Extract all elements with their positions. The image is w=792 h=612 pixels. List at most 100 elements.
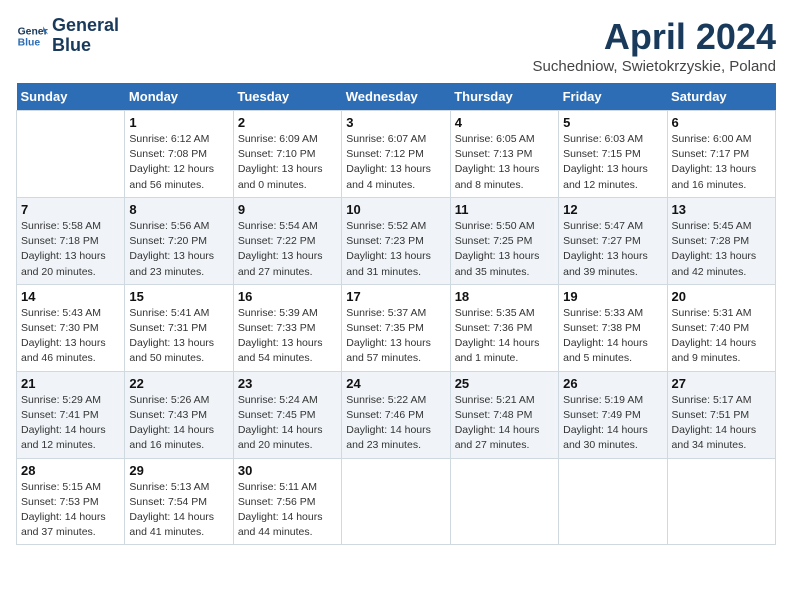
calendar-cell — [342, 458, 450, 545]
day-number: 20 — [672, 289, 771, 304]
calendar-cell: 30 Sunrise: 5:11 AM Sunset: 7:56 PM Dayli… — [233, 458, 341, 545]
main-title: April 2024 — [533, 16, 776, 58]
calendar-cell: 14 Sunrise: 5:43 AM Sunset: 7:30 PM Dayli… — [17, 284, 125, 371]
day-number: 26 — [563, 376, 662, 391]
calendar-cell: 29 Sunrise: 5:13 AM Sunset: 7:54 PM Dayli… — [125, 458, 233, 545]
page-header: General Blue General Blue April 2024 Suc… — [16, 16, 776, 75]
calendar-cell — [17, 111, 125, 198]
day-info: Sunrise: 5:47 AM Sunset: 7:27 PM Dayligh… — [563, 219, 662, 280]
logo-line1: General — [52, 16, 119, 36]
day-info: Sunrise: 6:09 AM Sunset: 7:10 PM Dayligh… — [238, 132, 337, 193]
calendar-cell: 21Sunrise: 5:29 AM Sunset: 7:41 PM Dayli… — [17, 371, 125, 458]
day-info: Sunrise: 6:03 AM Sunset: 7:15 PM Dayligh… — [563, 132, 662, 193]
day-number: 18 — [455, 289, 554, 304]
day-info: Sunrise: 5:11 AM Sunset: 7:56 PM Dayligh… — [238, 480, 337, 541]
calendar-cell: 27 Sunrise: 5:17 AM Sunset: 7:51 PM Dayli… — [667, 371, 775, 458]
calendar-table: SundayMondayTuesdayWednesdayThursdayFrid… — [16, 83, 776, 545]
day-number: 17 — [346, 289, 445, 304]
calendar-cell — [450, 458, 558, 545]
calendar-cell: 4 Sunrise: 6:05 AM Sunset: 7:13 PM Daylig… — [450, 111, 558, 198]
calendar-cell: 13Sunrise: 5:45 AM Sunset: 7:28 PM Dayli… — [667, 197, 775, 284]
day-info: Sunrise: 5:29 AM Sunset: 7:41 PM Dayligh… — [21, 393, 120, 454]
day-info: Sunrise: 5:26 AM Sunset: 7:43 PM Dayligh… — [129, 393, 228, 454]
day-number: 22 — [129, 376, 228, 391]
day-info: Sunrise: 5:52 AM Sunset: 7:23 PM Dayligh… — [346, 219, 445, 280]
calendar-cell: 26 Sunrise: 5:19 AM Sunset: 7:49 PM Dayli… — [559, 371, 667, 458]
calendar-cell: 7 Sunrise: 5:58 AM Sunset: 7:18 PM Daylig… — [17, 197, 125, 284]
weekday-header-saturday: Saturday — [667, 83, 775, 111]
calendar-cell: 2 Sunrise: 6:09 AM Sunset: 7:10 PM Daylig… — [233, 111, 341, 198]
calendar-cell: 24 Sunrise: 5:22 AM Sunset: 7:46 PM Dayli… — [342, 371, 450, 458]
day-number: 30 — [238, 463, 337, 478]
calendar-cell: 19Sunrise: 5:33 AM Sunset: 7:38 PM Dayli… — [559, 284, 667, 371]
day-number: 13 — [672, 202, 771, 217]
day-number: 28 — [21, 463, 120, 478]
title-block: April 2024 Suchedniow, Swietokrzyskie, P… — [533, 16, 776, 75]
weekday-header-sunday: Sunday — [17, 83, 125, 111]
day-number: 23 — [238, 376, 337, 391]
calendar-cell: 28 Sunrise: 5:15 AM Sunset: 7:53 PM Dayli… — [17, 458, 125, 545]
subtitle: Suchedniow, Swietokrzyskie, Poland — [533, 58, 776, 75]
day-info: Sunrise: 5:56 AM Sunset: 7:20 PM Dayligh… — [129, 219, 228, 280]
day-info: Sunrise: 5:39 AM Sunset: 7:33 PM Dayligh… — [238, 306, 337, 367]
day-number: 2 — [238, 115, 337, 130]
calendar-week-row: 1Sunrise: 6:12 AM Sunset: 7:08 PM Daylig… — [17, 111, 776, 198]
day-number: 12 — [563, 202, 662, 217]
calendar-week-row: 28 Sunrise: 5:15 AM Sunset: 7:53 PM Dayli… — [17, 458, 776, 545]
calendar-cell: 11Sunrise: 5:50 AM Sunset: 7:25 PM Dayli… — [450, 197, 558, 284]
weekday-header-wednesday: Wednesday — [342, 83, 450, 111]
calendar-cell: 22 Sunrise: 5:26 AM Sunset: 7:43 PM Dayli… — [125, 371, 233, 458]
weekday-header-monday: Monday — [125, 83, 233, 111]
day-info: Sunrise: 5:50 AM Sunset: 7:25 PM Dayligh… — [455, 219, 554, 280]
day-info: Sunrise: 5:33 AM Sunset: 7:38 PM Dayligh… — [563, 306, 662, 367]
day-info: Sunrise: 5:58 AM Sunset: 7:18 PM Dayligh… — [21, 219, 120, 280]
calendar-cell: 16 Sunrise: 5:39 AM Sunset: 7:33 PM Dayli… — [233, 284, 341, 371]
day-info: Sunrise: 6:07 AM Sunset: 7:12 PM Dayligh… — [346, 132, 445, 193]
day-number: 24 — [346, 376, 445, 391]
day-number: 16 — [238, 289, 337, 304]
day-info: Sunrise: 5:24 AM Sunset: 7:45 PM Dayligh… — [238, 393, 337, 454]
day-number: 4 — [455, 115, 554, 130]
calendar-cell: 20Sunrise: 5:31 AM Sunset: 7:40 PM Dayli… — [667, 284, 775, 371]
calendar-week-row: 7 Sunrise: 5:58 AM Sunset: 7:18 PM Daylig… — [17, 197, 776, 284]
calendar-cell: 10 Sunrise: 5:52 AM Sunset: 7:23 PM Dayli… — [342, 197, 450, 284]
day-info: Sunrise: 6:12 AM Sunset: 7:08 PM Dayligh… — [129, 132, 228, 193]
day-info: Sunrise: 5:15 AM Sunset: 7:53 PM Dayligh… — [21, 480, 120, 541]
calendar-cell — [559, 458, 667, 545]
weekday-header-tuesday: Tuesday — [233, 83, 341, 111]
day-info: Sunrise: 6:05 AM Sunset: 7:13 PM Dayligh… — [455, 132, 554, 193]
day-number: 14 — [21, 289, 120, 304]
day-number: 3 — [346, 115, 445, 130]
day-number: 27 — [672, 376, 771, 391]
day-number: 10 — [346, 202, 445, 217]
calendar-cell — [667, 458, 775, 545]
day-info: Sunrise: 6:00 AM Sunset: 7:17 PM Dayligh… — [672, 132, 771, 193]
day-info: Sunrise: 5:35 AM Sunset: 7:36 PM Dayligh… — [455, 306, 554, 367]
day-number: 5 — [563, 115, 662, 130]
calendar-cell: 8 Sunrise: 5:56 AM Sunset: 7:20 PM Daylig… — [125, 197, 233, 284]
day-info: Sunrise: 5:37 AM Sunset: 7:35 PM Dayligh… — [346, 306, 445, 367]
calendar-cell: 15Sunrise: 5:41 AM Sunset: 7:31 PM Dayli… — [125, 284, 233, 371]
day-info: Sunrise: 5:17 AM Sunset: 7:51 PM Dayligh… — [672, 393, 771, 454]
day-number: 25 — [455, 376, 554, 391]
svg-text:Blue: Blue — [18, 37, 41, 48]
day-info: Sunrise: 5:19 AM Sunset: 7:49 PM Dayligh… — [563, 393, 662, 454]
calendar-cell: 9Sunrise: 5:54 AM Sunset: 7:22 PM Daylig… — [233, 197, 341, 284]
calendar-cell: 1Sunrise: 6:12 AM Sunset: 7:08 PM Daylig… — [125, 111, 233, 198]
calendar-cell: 25 Sunrise: 5:21 AM Sunset: 7:48 PM Dayli… — [450, 371, 558, 458]
day-number: 8 — [129, 202, 228, 217]
day-info: Sunrise: 5:54 AM Sunset: 7:22 PM Dayligh… — [238, 219, 337, 280]
day-info: Sunrise: 5:22 AM Sunset: 7:46 PM Dayligh… — [346, 393, 445, 454]
day-number: 29 — [129, 463, 228, 478]
calendar-cell: 5 Sunrise: 6:03 AM Sunset: 7:15 PM Daylig… — [559, 111, 667, 198]
calendar-cell: 6Sunrise: 6:00 AM Sunset: 7:17 PM Daylig… — [667, 111, 775, 198]
calendar-cell: 17 Sunrise: 5:37 AM Sunset: 7:35 PM Dayli… — [342, 284, 450, 371]
calendar-cell: 18 Sunrise: 5:35 AM Sunset: 7:36 PM Dayli… — [450, 284, 558, 371]
day-number: 15 — [129, 289, 228, 304]
day-info: Sunrise: 5:43 AM Sunset: 7:30 PM Dayligh… — [21, 306, 120, 367]
day-info: Sunrise: 5:21 AM Sunset: 7:48 PM Dayligh… — [455, 393, 554, 454]
day-number: 7 — [21, 202, 120, 217]
logo-text: General Blue — [52, 16, 119, 56]
day-info: Sunrise: 5:13 AM Sunset: 7:54 PM Dayligh… — [129, 480, 228, 541]
weekday-header-thursday: Thursday — [450, 83, 558, 111]
